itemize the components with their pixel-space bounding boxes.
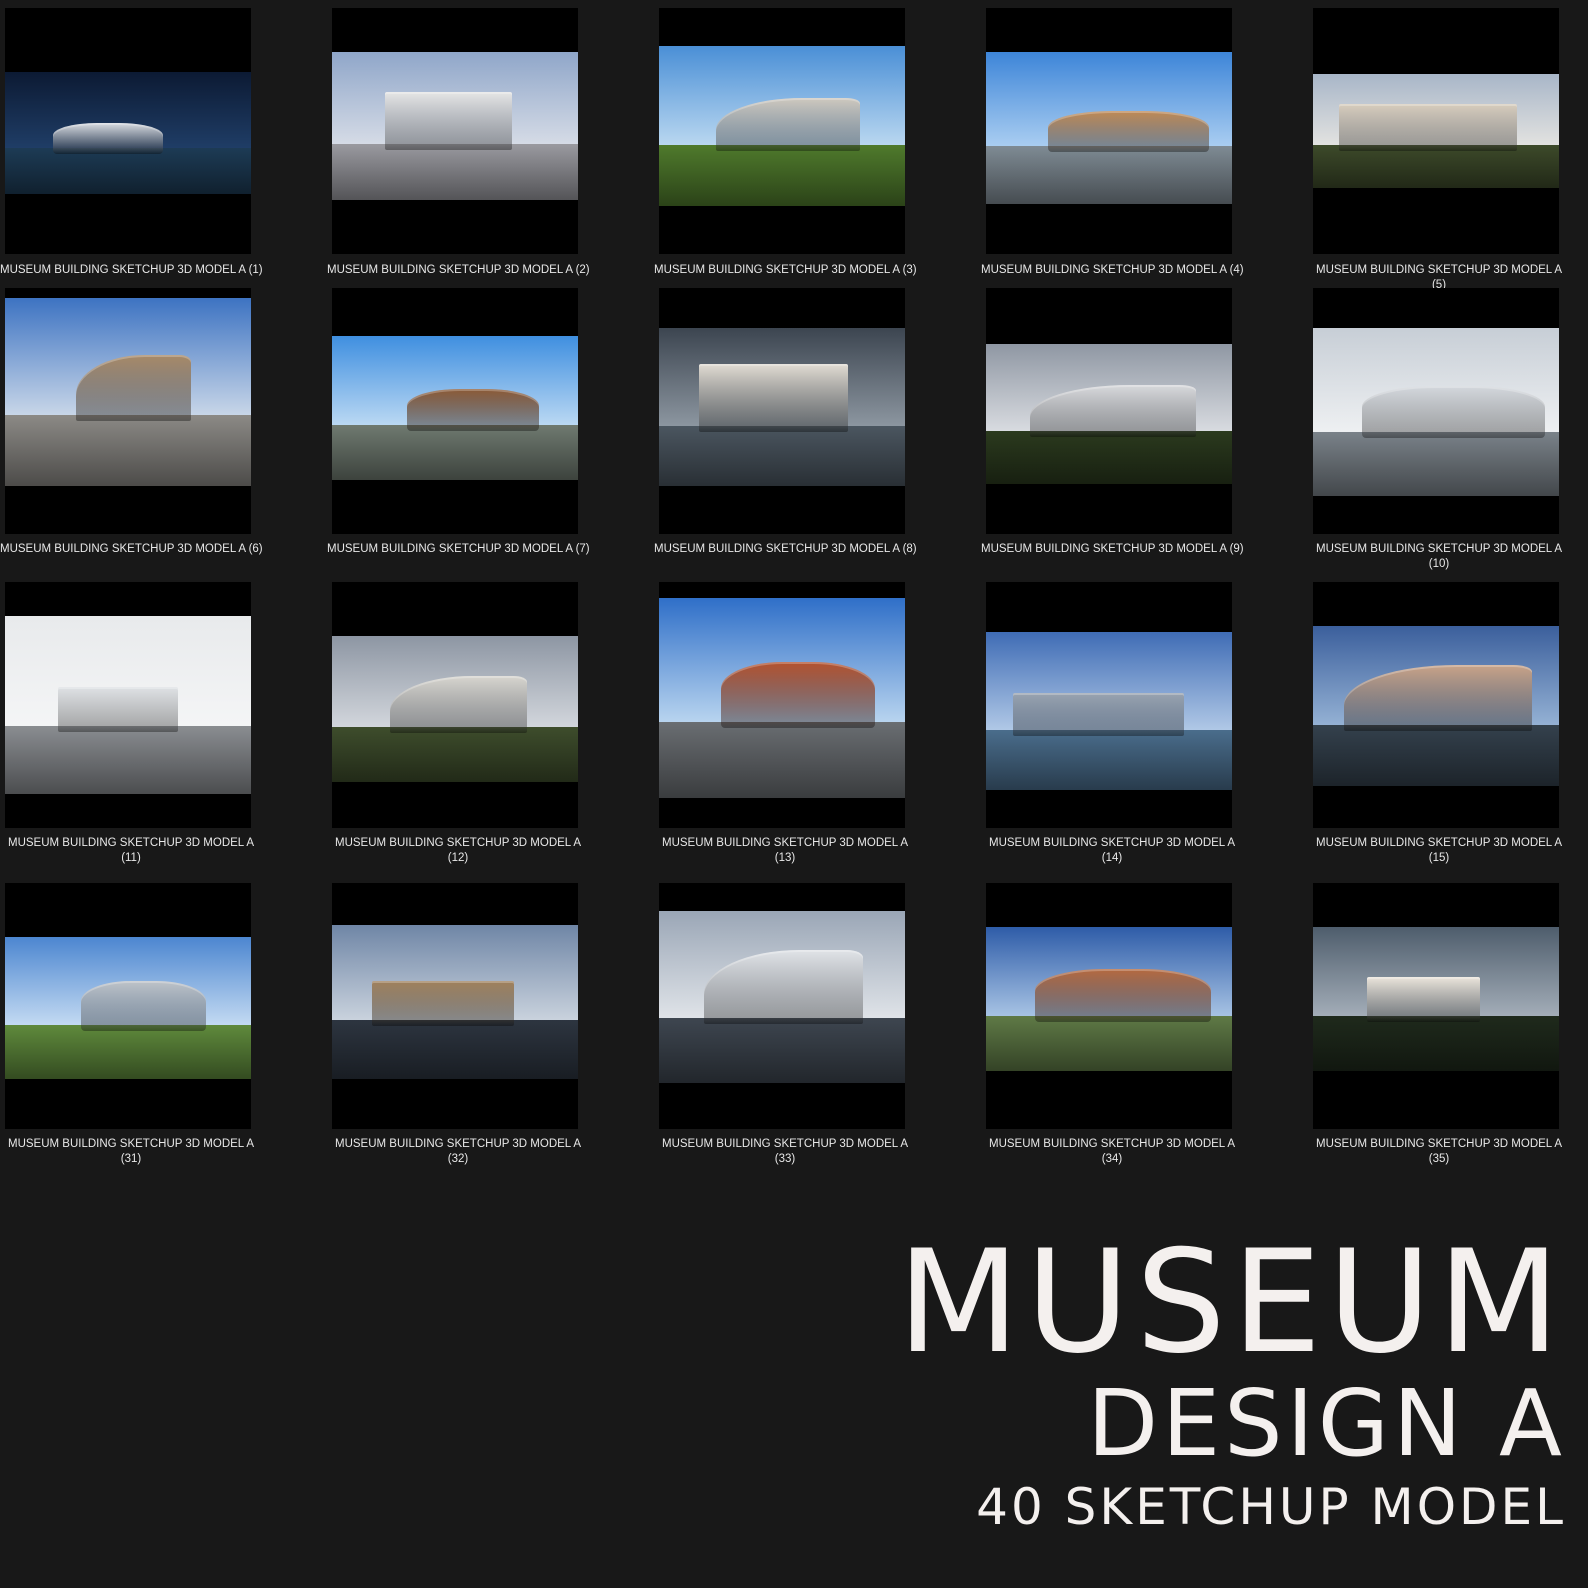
title-design-a: DESIGN A <box>1087 1370 1566 1477</box>
thumbnail-caption: MUSEUM BUILDING SKETCHUP 3D MODEL A (14) <box>988 837 1236 864</box>
thumbnail-caption: MUSEUM BUILDING SKETCHUP 3D MODEL A (1) <box>0 264 263 276</box>
thumbnail-caption: MUSEUM BUILDING SKETCHUP 3D MODEL A (13) <box>661 837 909 864</box>
building-render <box>986 52 1232 204</box>
thumbnail-image[interactable] <box>659 582 905 828</box>
building-render <box>332 636 578 782</box>
thumbnail-caption: MUSEUM BUILDING SKETCHUP 3D MODEL A (15) <box>1315 837 1563 864</box>
thumbnail-image[interactable] <box>1313 8 1559 254</box>
thumbnail-image[interactable] <box>332 582 578 828</box>
building-render <box>5 937 251 1079</box>
thumbnail-caption: MUSEUM BUILDING SKETCHUP 3D MODEL A (31) <box>7 1138 255 1165</box>
thumbnail-caption: MUSEUM BUILDING SKETCHUP 3D MODEL A (2) <box>327 264 590 276</box>
thumbnail-caption: MUSEUM BUILDING SKETCHUP 3D MODEL A (11) <box>7 837 255 864</box>
thumbnail-image[interactable] <box>659 288 905 534</box>
building-render <box>1313 328 1559 496</box>
building-render <box>1313 927 1559 1071</box>
building-render <box>986 632 1232 790</box>
thumbnail-image[interactable] <box>5 582 251 828</box>
thumbnail-image[interactable] <box>5 288 251 534</box>
thumbnail-image[interactable] <box>5 883 251 1129</box>
building-render <box>1313 626 1559 786</box>
thumbnail-caption: MUSEUM BUILDING SKETCHUP 3D MODEL A (6) <box>0 543 263 555</box>
building-render <box>986 344 1232 484</box>
thumbnail-caption: MUSEUM BUILDING SKETCHUP 3D MODEL A (33) <box>661 1138 909 1165</box>
thumbnail-image[interactable] <box>986 288 1232 534</box>
building-render <box>332 52 578 200</box>
building-render <box>5 298 251 486</box>
thumbnail-caption: MUSEUM BUILDING SKETCHUP 3D MODEL A (3) <box>654 264 917 276</box>
thumbnail-image[interactable] <box>332 8 578 254</box>
building-render <box>659 328 905 486</box>
thumbnail-image[interactable] <box>659 883 905 1129</box>
building-render <box>659 911 905 1083</box>
thumbnail-caption: MUSEUM BUILDING SKETCHUP 3D MODEL A (10) <box>1315 543 1563 570</box>
thumbnail-grid: MUSEUM BUILDING SKETCHUP 3D MODEL A (1) M… <box>0 0 1588 1200</box>
thumbnail-caption: MUSEUM BUILDING SKETCHUP 3D MODEL A (9) <box>981 543 1244 555</box>
thumbnail-image[interactable] <box>1313 883 1559 1129</box>
building-render <box>5 72 251 194</box>
thumbnail-caption: MUSEUM BUILDING SKETCHUP 3D MODEL A (32) <box>334 1138 582 1165</box>
title-model-count: 40 SKETCHUP MODEL <box>976 1478 1566 1536</box>
building-render <box>659 598 905 798</box>
building-render <box>659 46 905 206</box>
thumbnail-caption: MUSEUM BUILDING SKETCHUP 3D MODEL A (34) <box>988 1138 1236 1165</box>
thumbnail-image[interactable] <box>986 582 1232 828</box>
building-render <box>986 927 1232 1071</box>
thumbnail-caption: MUSEUM BUILDING SKETCHUP 3D MODEL A (12) <box>334 837 582 864</box>
thumbnail-image[interactable] <box>1313 582 1559 828</box>
thumbnail-caption: MUSEUM BUILDING SKETCHUP 3D MODEL A (7) <box>327 543 590 555</box>
title-museum: MUSEUM <box>897 1220 1566 1385</box>
thumbnail-image[interactable] <box>986 883 1232 1129</box>
thumbnail-caption: MUSEUM BUILDING SKETCHUP 3D MODEL A (35) <box>1315 1138 1563 1165</box>
thumbnail-image[interactable] <box>986 8 1232 254</box>
building-render <box>332 925 578 1079</box>
building-render <box>332 336 578 480</box>
thumbnail-image[interactable] <box>659 8 905 254</box>
thumbnail-caption: MUSEUM BUILDING SKETCHUP 3D MODEL A (8) <box>654 543 917 555</box>
thumbnail-image[interactable] <box>332 883 578 1129</box>
thumbnail-image[interactable] <box>1313 288 1559 534</box>
thumbnail-image[interactable] <box>332 288 578 534</box>
building-render <box>5 616 251 794</box>
building-render <box>1313 74 1559 188</box>
thumbnail-caption: MUSEUM BUILDING SKETCHUP 3D MODEL A (4) <box>981 264 1244 276</box>
thumbnail-image[interactable] <box>5 8 251 254</box>
